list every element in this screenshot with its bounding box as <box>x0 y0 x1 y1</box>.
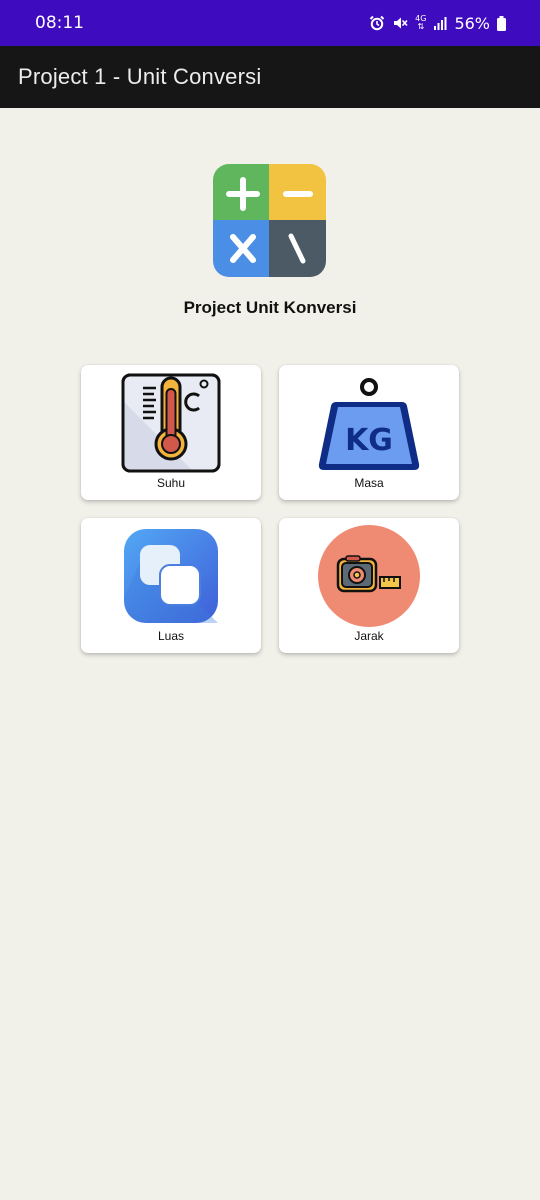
status-bar: 08:11 4G ⇅ 56% <box>0 0 540 46</box>
app-title: Project 1 - Unit Conversi <box>18 64 262 89</box>
status-icons: 4G ⇅ 56% <box>369 14 506 33</box>
mute-icon <box>392 15 408 31</box>
app-heading: Project Unit Konversi <box>183 298 357 317</box>
data-arrows-icon: ⇅ <box>417 22 425 31</box>
menu-label: Luas <box>157 629 185 643</box>
weight-label: KG <box>345 423 393 458</box>
weight-kg-icon: KG <box>318 372 420 474</box>
network-type: 4G ⇅ <box>415 15 426 31</box>
menu-card-masa[interactable]: KG Masa <box>279 365 459 500</box>
app-bar: Project 1 - Unit Conversi <box>0 46 540 108</box>
alarm-icon <box>369 15 385 31</box>
battery-percent: 56% <box>454 13 490 33</box>
calculator-icon <box>213 164 326 277</box>
area-squares-icon <box>120 525 222 627</box>
menu-card-jarak[interactable]: Jarak <box>279 518 459 653</box>
menu-label: Jarak <box>354 629 384 643</box>
status-time: 08:11 <box>35 13 84 33</box>
menu-card-luas[interactable]: Luas <box>81 518 261 653</box>
menu-label: Suhu <box>156 476 186 490</box>
thermometer-icon <box>120 372 222 474</box>
menu-card-suhu[interactable]: Suhu <box>81 365 261 500</box>
measuring-tape-icon <box>318 525 420 627</box>
battery-icon <box>497 15 506 31</box>
menu-label: Masa <box>354 476 384 490</box>
signal-icon <box>433 16 447 30</box>
